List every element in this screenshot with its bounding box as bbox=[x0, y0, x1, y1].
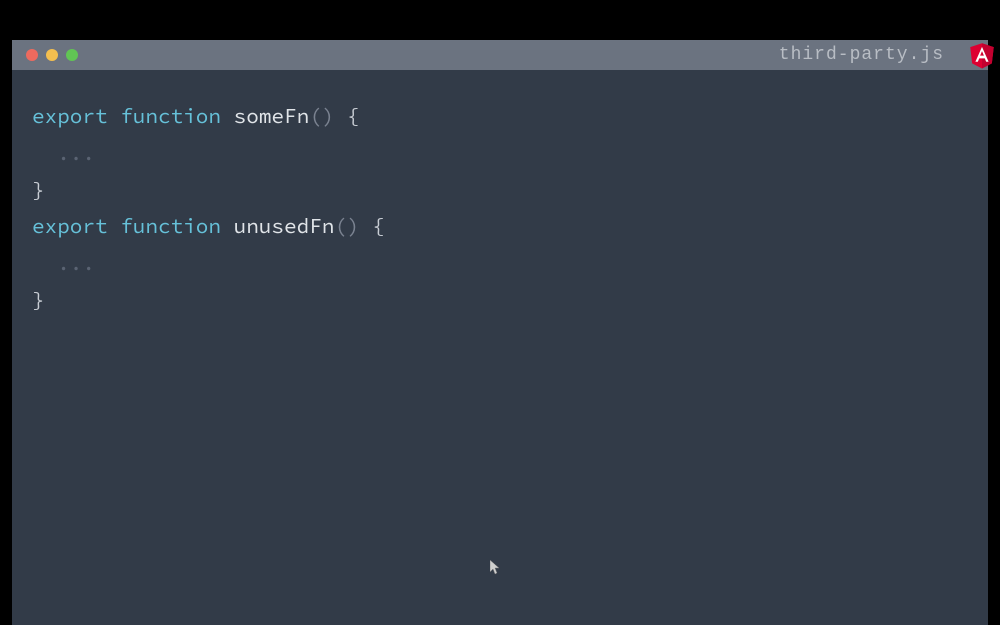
keyword-export: export bbox=[32, 212, 108, 239]
minimize-window-icon[interactable] bbox=[46, 49, 58, 61]
code-line: export function someFn() { bbox=[32, 98, 968, 135]
function-name: unusedFn bbox=[234, 212, 335, 239]
maximize-window-icon[interactable] bbox=[66, 49, 78, 61]
parens: () bbox=[309, 102, 334, 129]
keyword-export: export bbox=[32, 102, 108, 129]
code-line: export function unusedFn() { bbox=[32, 208, 968, 245]
open-brace: { bbox=[360, 212, 385, 239]
filename-label: third-party.js bbox=[779, 45, 944, 65]
keyword-function: function bbox=[108, 212, 234, 239]
code-body: ... bbox=[32, 245, 968, 282]
keyword-function: function bbox=[108, 102, 234, 129]
open-brace: { bbox=[334, 102, 359, 129]
angular-logo-icon bbox=[968, 40, 996, 70]
close-brace: } bbox=[32, 172, 968, 209]
function-name: someFn bbox=[234, 102, 310, 129]
traffic-lights bbox=[26, 49, 78, 61]
close-brace: } bbox=[32, 282, 968, 319]
titlebar: third-party.js bbox=[12, 40, 988, 70]
close-window-icon[interactable] bbox=[26, 49, 38, 61]
code-body: ... bbox=[32, 135, 968, 172]
code-editor[interactable]: export function someFn() { ...}export fu… bbox=[12, 70, 988, 625]
parens: () bbox=[334, 212, 359, 239]
editor-window: third-party.js export function someFn() … bbox=[12, 40, 988, 625]
